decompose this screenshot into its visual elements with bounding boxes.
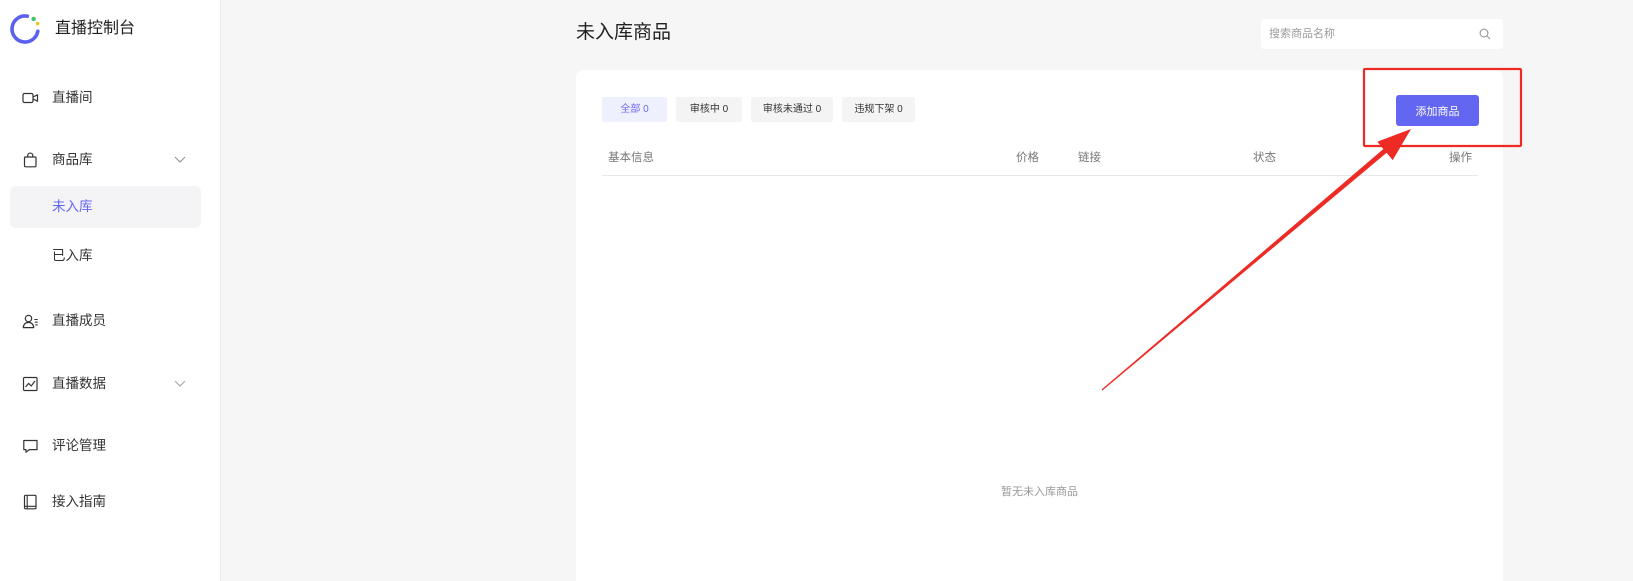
tab-under-review[interactable]: 审核中 0 [676, 97, 742, 122]
page-title: 未入库商品 [576, 22, 672, 43]
sidebar-item-label: 直播成员 [52, 313, 106, 328]
column-header-actions: 操作 [1449, 152, 1472, 164]
search-box [1261, 19, 1503, 49]
book-icon [22, 494, 39, 510]
sidebar-item-live-members[interactable]: 直播成员 [0, 301, 221, 341]
shopping-bag-icon [22, 152, 39, 168]
app-title: 直播控制台 [55, 20, 136, 37]
status-filter-tabs: 全部 0 审核中 0 审核未通过 0 违规下架 0 [602, 97, 915, 122]
sidebar-item-live-data[interactable]: 直播数据 [0, 364, 221, 404]
empty-state-text: 暂无未入库商品 [1001, 486, 1078, 498]
chart-icon [22, 376, 39, 392]
sidebar-item-label: 商品库 [52, 152, 93, 167]
brand[interactable]: 直播控制台 [9, 13, 135, 45]
sidebar-item-access-guide[interactable]: 接入指南 [0, 482, 221, 522]
sidebar: 直播控制台 直播间 商品库 未入库 已入库 直播成员 直播数据 评论管理 接入指… [0, 0, 221, 581]
sidebar-item-comment-management[interactable]: 评论管理 [0, 426, 221, 466]
column-header-status: 状态 [1253, 152, 1276, 164]
sidebar-subitem-label: 未入库 [52, 199, 93, 214]
chevron-down-icon [174, 380, 186, 388]
column-header-link: 链接 [1078, 152, 1101, 164]
app-root: 直播控制台 直播间 商品库 未入库 已入库 直播成员 直播数据 评论管理 接入指… [0, 0, 1633, 581]
app-logo-icon [10, 14, 40, 44]
add-product-button[interactable]: 添加商品 [1396, 95, 1479, 126]
sidebar-item-label: 接入指南 [52, 494, 106, 509]
chevron-down-icon [174, 156, 186, 164]
sidebar-subitem-label: 已入库 [52, 248, 93, 263]
comment-icon [22, 438, 39, 454]
column-header-price: 价格 [1016, 152, 1039, 164]
video-camera-icon [22, 90, 39, 106]
products-card: 全部 0 审核中 0 审核未通过 0 违规下架 0 添加商品 基本信息 价格 链… [576, 70, 1503, 581]
sidebar-item-product-library[interactable]: 商品库 [0, 140, 221, 180]
search-input[interactable] [1261, 19, 1503, 49]
sidebar-item-label: 评论管理 [52, 438, 106, 453]
tab-removed-for-violation[interactable]: 违规下架 0 [842, 97, 915, 122]
table-header: 基本信息 价格 链接 状态 操作 [602, 149, 1478, 176]
sidebar-subitem-stocked[interactable]: 已入库 [10, 235, 201, 277]
search-icon[interactable] [1479, 28, 1491, 40]
sidebar-subitem-not-stocked[interactable]: 未入库 [10, 186, 201, 228]
sidebar-item-label: 直播数据 [52, 376, 106, 391]
sidebar-item-label: 直播间 [52, 90, 93, 105]
user-group-icon [22, 313, 39, 329]
tab-all[interactable]: 全部 0 [602, 97, 667, 122]
column-header-basic-info: 基本信息 [608, 152, 654, 164]
tab-review-rejected[interactable]: 审核未通过 0 [751, 97, 833, 122]
sidebar-item-live-room[interactable]: 直播间 [0, 78, 221, 118]
